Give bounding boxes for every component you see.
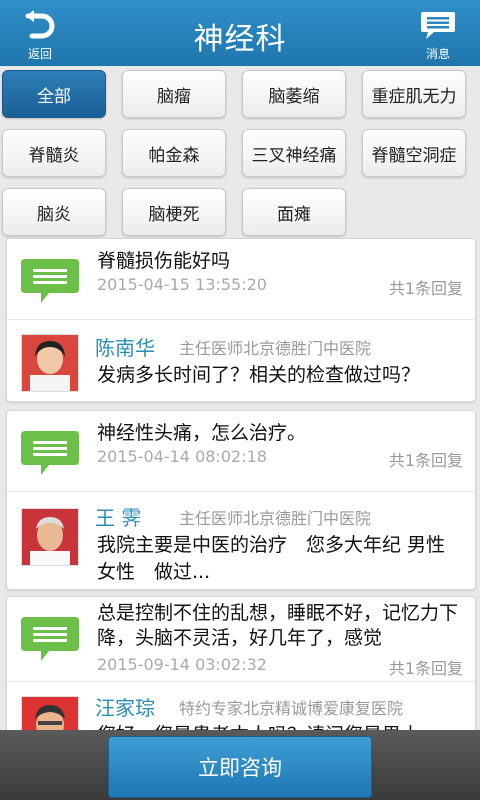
messages-button[interactable]: 消息 xyxy=(410,6,466,64)
page-title: 神经科 xyxy=(193,22,287,57)
category-trigeminal-neuralgia[interactable]: 三叉神经痛 xyxy=(242,129,346,177)
question-date: 2015-09-14 03:02:32 xyxy=(97,655,267,674)
message-icon xyxy=(421,12,455,39)
answer-row: 陈南华 主任医师北京德胜门中医院 发病多长时间了？相关的检查做过吗？ xyxy=(7,320,475,401)
doctor-title: 主任医师北京德胜门中医院 xyxy=(179,339,372,358)
category-grid: 全部 脑瘤 脑萎缩 重症肌无力 脊髓炎 帕金森 三叉神经痛 脊髓空洞症 脑炎 脑… xyxy=(0,66,480,238)
reply-count: 共1条回复 xyxy=(388,659,463,678)
answer-row: 王 霁 主任医师北京德胜门中医院 我院主要是中医的治疗 您多大年纪 男性女性 做… xyxy=(7,492,475,589)
question-row: 总是控制不住的乱想，睡眠不好，记忆力下降，头脑不灵活，好几年了，感觉 2015-… xyxy=(7,597,475,682)
chat-bubble-icon xyxy=(21,431,79,475)
question-date: 2015-04-15 13:55:20 xyxy=(97,275,267,294)
answer-text: 发病多长时间了？相关的检查做过吗？ xyxy=(97,364,421,386)
category-cerebral-infarction[interactable]: 脑梗死 xyxy=(122,188,226,236)
question-card[interactable]: 脊髓损伤能好吗 2015-04-15 13:55:20 共1条回复 陈南华 主任… xyxy=(6,238,476,402)
category-all[interactable]: 全部 xyxy=(2,70,106,118)
category-syringomyelia[interactable]: 脊髓空洞症 xyxy=(362,129,466,177)
doctor-name: 陈南华 xyxy=(95,336,155,360)
reply-count: 共1条回复 xyxy=(388,279,463,298)
question-text: 脊髓损伤能好吗 xyxy=(97,250,231,272)
chat-bubble-icon xyxy=(21,617,79,661)
doctor-name: 汪家琮 xyxy=(95,696,155,720)
doctor-avatar xyxy=(21,334,79,392)
category-brain-atrophy[interactable]: 脑萎缩 xyxy=(242,70,346,118)
doctor-title: 主任医师北京德胜门中医院 xyxy=(179,509,372,528)
question-date: 2015-04-14 08:02:18 xyxy=(97,447,267,466)
answer-text: 我院主要是中医的治疗 您多大年纪 男性女性 做过... xyxy=(97,534,446,583)
messages-label: 消息 xyxy=(425,47,450,61)
doctor-title: 特约专家北京精诚博爱康复医院 xyxy=(179,699,404,718)
question-text: 总是控制不住的乱想，睡眠不好，记忆力下降，头脑不灵活，好几年了，感觉 xyxy=(97,602,459,649)
doctor-avatar xyxy=(21,508,79,566)
consult-now-button[interactable]: 立即咨询 xyxy=(108,736,372,798)
question-row: 脊髓损伤能好吗 2015-04-15 13:55:20 共1条回复 xyxy=(7,239,475,320)
category-myelitis[interactable]: 脊髓炎 xyxy=(2,129,106,177)
question-card[interactable]: 总是控制不住的乱想，睡眠不好，记忆力下降，头脑不灵活，好几年了，感觉 2015-… xyxy=(6,596,476,738)
doctor-name: 王 霁 xyxy=(95,506,142,530)
question-card[interactable]: 神经性头痛，怎么治疗。 2015-04-14 08:02:18 共1条回复 王 … xyxy=(6,410,476,590)
chat-bubble-icon xyxy=(21,259,79,303)
question-row: 神经性头痛，怎么治疗。 2015-04-14 08:02:18 共1条回复 xyxy=(7,411,475,492)
bottom-bar: 立即咨询 xyxy=(0,730,480,800)
category-parkinson[interactable]: 帕金森 xyxy=(122,129,226,177)
category-brain-tumor[interactable]: 脑瘤 xyxy=(122,70,226,118)
app-header: 返回 神经科 消息 xyxy=(0,0,480,66)
category-facial-paralysis[interactable]: 面瘫 xyxy=(242,188,346,236)
category-myasthenia[interactable]: 重症肌无力 xyxy=(362,70,466,118)
question-text: 神经性头痛，怎么治疗。 xyxy=(97,422,307,444)
reply-count: 共1条回复 xyxy=(388,451,463,470)
category-encephalitis[interactable]: 脑炎 xyxy=(2,188,106,236)
